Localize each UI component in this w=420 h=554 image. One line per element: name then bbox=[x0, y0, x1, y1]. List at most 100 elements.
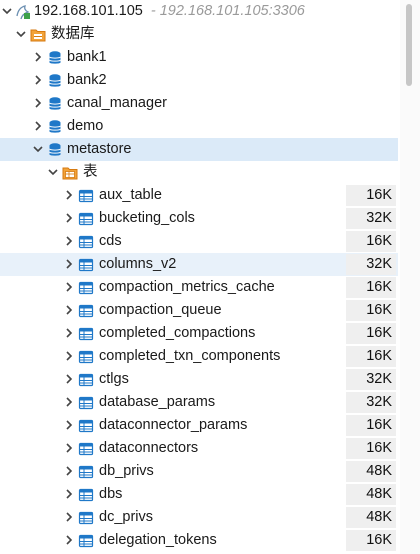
table-name: db_privs bbox=[99, 463, 154, 479]
chevron-down-icon[interactable] bbox=[16, 29, 26, 39]
table-size: 16K bbox=[346, 415, 396, 436]
chevron-right-icon[interactable] bbox=[64, 443, 74, 453]
table-size: 16K bbox=[346, 346, 396, 367]
chevron-right-icon[interactable] bbox=[64, 213, 74, 223]
chevron-right-icon[interactable] bbox=[33, 52, 43, 62]
table-name: delegation_tokens bbox=[99, 532, 217, 548]
table-icon bbox=[78, 533, 94, 549]
database-icon bbox=[47, 50, 63, 66]
table-row[interactable]: completed_compactions 16K bbox=[0, 322, 398, 345]
databases-label: 数据库 bbox=[51, 26, 95, 42]
table-size: 32K bbox=[346, 208, 396, 229]
table-size: 16K bbox=[346, 530, 396, 551]
table-name: cds bbox=[99, 233, 122, 249]
table-icon bbox=[78, 418, 94, 434]
table-icon bbox=[78, 349, 94, 365]
table-icon bbox=[78, 257, 94, 273]
chevron-right-icon[interactable] bbox=[33, 121, 43, 131]
tree-node-database[interactable]: canal_manager bbox=[0, 92, 398, 115]
table-name: aux_table bbox=[99, 187, 162, 203]
table-row[interactable]: db_privs 48K bbox=[0, 460, 398, 483]
database-icon bbox=[47, 119, 63, 135]
table-row[interactable]: ctlgs 32K bbox=[0, 368, 398, 391]
table-name: dataconnectors bbox=[99, 440, 199, 456]
table-icon bbox=[78, 188, 94, 204]
chevron-right-icon[interactable] bbox=[33, 98, 43, 108]
metastore-label: metastore bbox=[67, 141, 132, 157]
chevron-right-icon[interactable] bbox=[64, 259, 74, 269]
table-row[interactable]: delegation_tokens 16K bbox=[0, 529, 398, 552]
table-name: columns_v2 bbox=[99, 256, 177, 272]
chevron-right-icon[interactable] bbox=[64, 374, 74, 384]
chevron-right-icon[interactable] bbox=[64, 512, 74, 522]
table-row[interactable]: cds 16K bbox=[0, 230, 398, 253]
chevron-right-icon[interactable] bbox=[64, 328, 74, 338]
database-icon bbox=[47, 142, 63, 158]
tables-folder-icon bbox=[62, 165, 78, 181]
table-icon bbox=[78, 372, 94, 388]
table-row[interactable]: bucketing_cols 32K bbox=[0, 207, 398, 230]
database-icon bbox=[47, 96, 63, 112]
table-size: 48K bbox=[346, 461, 396, 482]
database-label: bank1 bbox=[67, 49, 107, 65]
tree-node-metastore[interactable]: metastore bbox=[0, 138, 398, 161]
table-size: 32K bbox=[346, 369, 396, 390]
chevron-right-icon[interactable] bbox=[64, 397, 74, 407]
table-row[interactable]: aux_table 16K bbox=[0, 184, 398, 207]
table-row[interactable]: compaction_queue 16K bbox=[0, 299, 398, 322]
table-icon bbox=[78, 487, 94, 503]
chevron-right-icon[interactable] bbox=[64, 420, 74, 430]
table-icon bbox=[78, 211, 94, 227]
chevron-right-icon[interactable] bbox=[64, 282, 74, 292]
chevron-right-icon[interactable] bbox=[64, 236, 74, 246]
table-row[interactable]: dataconnector_params 16K bbox=[0, 414, 398, 437]
table-size: 32K bbox=[346, 254, 396, 275]
chevron-right-icon[interactable] bbox=[64, 305, 74, 315]
chevron-right-icon[interactable] bbox=[33, 75, 43, 85]
tree-node-connection[interactable]: 192.168.101.105 - 192.168.101.105:3306 bbox=[0, 0, 398, 23]
table-row[interactable]: dataconnectors 16K bbox=[0, 437, 398, 460]
table-name: dataconnector_params bbox=[99, 417, 248, 433]
table-row[interactable]: completed_txn_components 16K bbox=[0, 345, 398, 368]
tables-label: 表 bbox=[83, 164, 98, 180]
mysql-connection-icon bbox=[15, 4, 31, 20]
database-label: canal_manager bbox=[67, 95, 167, 111]
chevron-right-icon[interactable] bbox=[64, 489, 74, 499]
table-row[interactable]: dc_privs 48K bbox=[0, 506, 398, 529]
table-name: compaction_metrics_cache bbox=[99, 279, 275, 295]
table-size: 16K bbox=[346, 323, 396, 344]
table-row[interactable]: columns_v2 32K bbox=[0, 253, 398, 276]
chevron-right-icon[interactable] bbox=[64, 190, 74, 200]
table-row[interactable]: compaction_metrics_cache 16K bbox=[0, 276, 398, 299]
database-folder-icon bbox=[30, 27, 46, 43]
chevron-down-icon[interactable] bbox=[48, 167, 58, 177]
vertical-scrollbar[interactable] bbox=[400, 0, 420, 554]
table-row[interactable]: dbs 48K bbox=[0, 483, 398, 506]
table-icon bbox=[78, 464, 94, 480]
table-size: 48K bbox=[346, 484, 396, 505]
tree-node-database[interactable]: demo bbox=[0, 115, 398, 138]
tree-node-tables[interactable]: 表 bbox=[0, 161, 398, 184]
table-size: 16K bbox=[346, 438, 396, 459]
chevron-down-icon[interactable] bbox=[2, 6, 12, 16]
table-size: 48K bbox=[346, 507, 396, 528]
table-icon bbox=[78, 280, 94, 296]
table-name: completed_txn_components bbox=[99, 348, 281, 364]
table-name: compaction_queue bbox=[99, 302, 222, 318]
table-name: completed_compactions bbox=[99, 325, 256, 341]
connection-name: 192.168.101.105 bbox=[34, 3, 143, 19]
tree-node-databases[interactable]: 数据库 bbox=[0, 23, 398, 46]
chevron-right-icon[interactable] bbox=[64, 351, 74, 361]
database-label: bank2 bbox=[67, 72, 107, 88]
table-name: dbs bbox=[99, 486, 123, 502]
scrollbar-thumb[interactable] bbox=[406, 4, 412, 86]
chevron-right-icon[interactable] bbox=[64, 466, 74, 476]
chevron-down-icon[interactable] bbox=[33, 144, 43, 154]
table-row[interactable]: database_params 32K bbox=[0, 391, 398, 414]
table-size: 16K bbox=[346, 300, 396, 321]
table-size: 16K bbox=[346, 231, 396, 252]
tree-node-database[interactable]: bank1 bbox=[0, 46, 398, 69]
table-name: dc_privs bbox=[99, 509, 153, 525]
chevron-right-icon[interactable] bbox=[64, 535, 74, 545]
tree-node-database[interactable]: bank2 bbox=[0, 69, 398, 92]
